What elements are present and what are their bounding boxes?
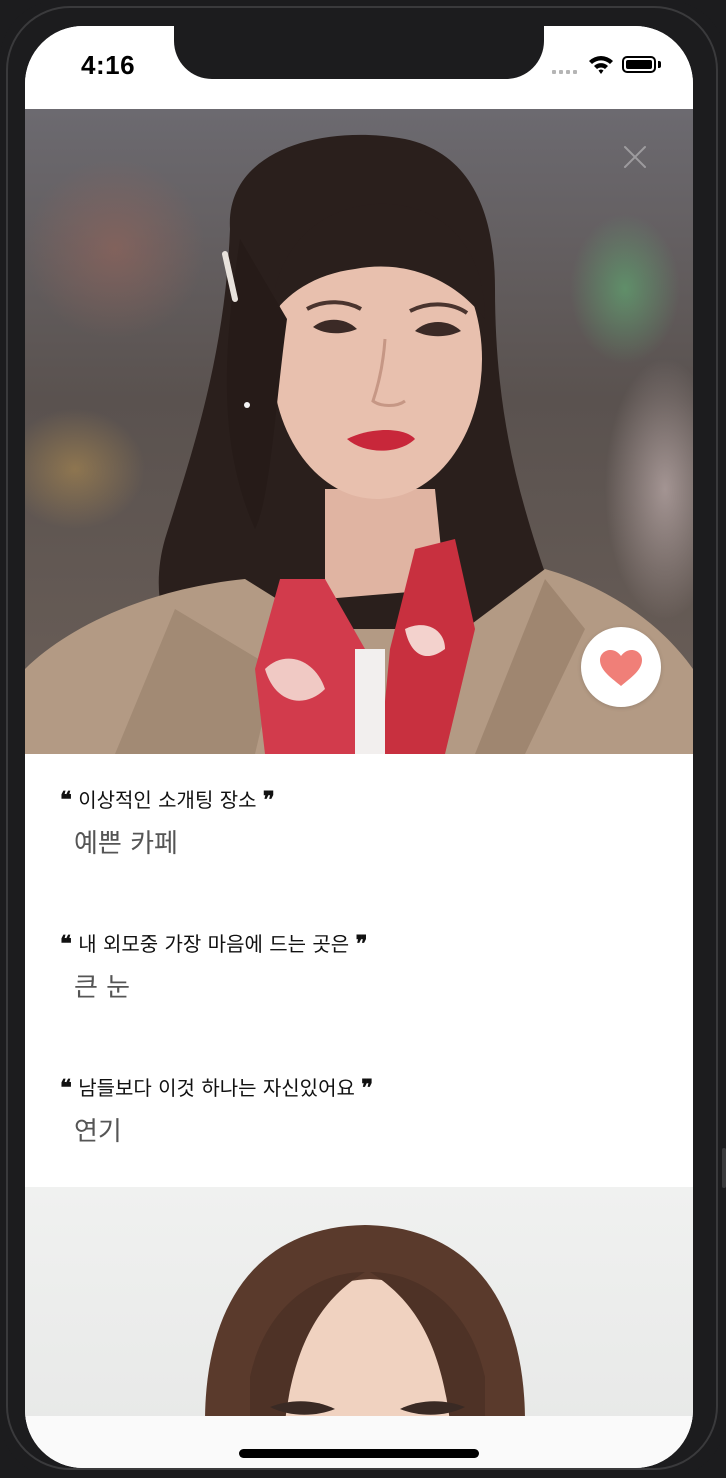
qa-answer: 예쁜 카페: [74, 829, 178, 859]
like-button[interactable]: [581, 627, 661, 707]
cellular-signal-icon: [552, 68, 582, 76]
profile-photo-main: [25, 109, 693, 754]
home-bar-area: [25, 1416, 693, 1468]
home-indicator[interactable]: [239, 1449, 479, 1458]
heart-icon: [600, 650, 642, 686]
qa-question-text: 남들보다 이것 하나는 자신있어요: [78, 1076, 355, 1100]
qa-question: ❝ 남들보다 이것 하나는 자신있어요 ❞: [60, 1074, 660, 1102]
close-icon[interactable]: [615, 137, 655, 177]
status-bar: 4:16: [25, 26, 693, 109]
open-quote-icon: ❝: [60, 787, 72, 813]
qa-item: ❝ 이상적인 소개팅 장소 ❞ 예쁜 카페: [60, 786, 660, 860]
close-quote-icon: ❞: [262, 787, 275, 813]
qa-question: ❝ 내 외모중 가장 마음에 드는 곳은 ❞: [60, 930, 660, 958]
profile-photo-secondary: [25, 1187, 693, 1422]
status-time: 4:16: [81, 50, 136, 80]
battery-icon: [622, 56, 656, 73]
device-frame: 4:16 ❝ 이상적인 소개팅 장소 ❞ 예쁜 카페 ❝ 내 외모중 가장 마음…: [0, 0, 726, 1478]
device-side-button: [722, 1148, 726, 1188]
qa-item: ❝ 내 외모중 가장 마음에 드는 곳은 ❞ 큰 눈: [60, 930, 660, 1004]
device-notch: [174, 26, 544, 79]
battery-cap: [658, 61, 661, 68]
profile-qa-section: ❝ 이상적인 소개팅 장소 ❞ 예쁜 카페 ❝ 내 외모중 가장 마음에 드는 …: [25, 754, 693, 1187]
qa-question-text: 내 외모중 가장 마음에 드는 곳은: [78, 932, 350, 956]
qa-item: ❝ 남들보다 이것 하나는 자신있어요 ❞ 연기: [60, 1074, 660, 1148]
qa-question: ❝ 이상적인 소개팅 장소 ❞: [60, 786, 660, 814]
wifi-icon: [588, 53, 614, 75]
profile-photo-illustration: [205, 1225, 525, 1422]
open-quote-icon: ❝: [60, 1075, 72, 1101]
open-quote-icon: ❝: [60, 931, 72, 957]
qa-answer: 연기: [74, 1117, 122, 1147]
close-quote-icon: ❞: [361, 1075, 374, 1101]
qa-answer: 큰 눈: [74, 973, 131, 1003]
app-screen: 4:16 ❝ 이상적인 소개팅 장소 ❞ 예쁜 카페 ❝ 내 외모중 가장 마음…: [25, 26, 693, 1468]
qa-question-text: 이상적인 소개팅 장소: [78, 788, 257, 812]
close-quote-icon: ❞: [355, 931, 368, 957]
